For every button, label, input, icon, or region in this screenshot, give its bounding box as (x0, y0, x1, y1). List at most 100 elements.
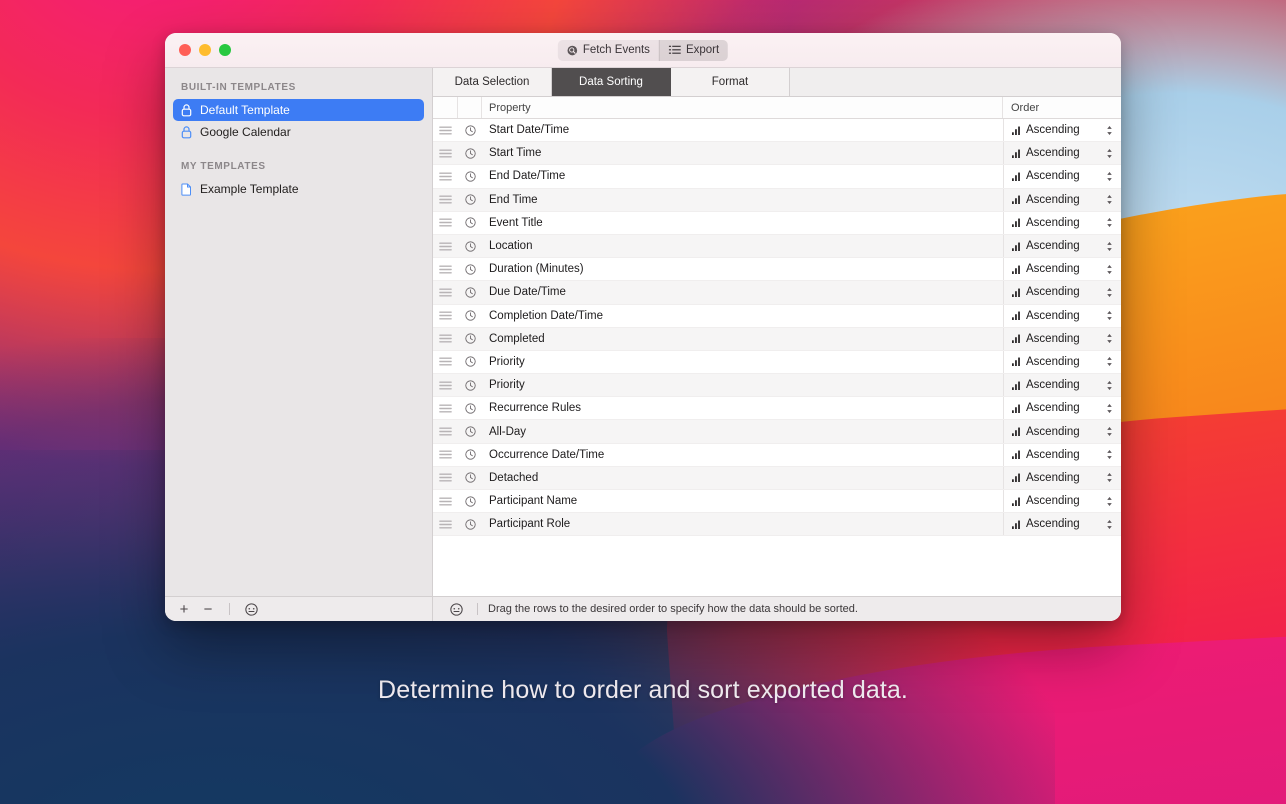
table-row[interactable]: All-Day Ascending (433, 420, 1121, 444)
table-row[interactable]: Completed Ascending (433, 327, 1121, 351)
tab-data-sorting[interactable]: Data Sorting (552, 68, 671, 96)
order-popup-button[interactable]: Ascending (1003, 513, 1121, 536)
drag-handle-icon[interactable] (433, 149, 458, 158)
order-popup-button[interactable]: Ascending (1003, 374, 1121, 397)
order-popup-button[interactable]: Ascending (1003, 165, 1121, 188)
drag-handle-icon[interactable] (433, 427, 458, 436)
drag-handle-icon[interactable] (433, 218, 458, 227)
property-name-cell: All-Day (489, 425, 527, 438)
sidebar-item-example-template[interactable]: Example Template (173, 178, 424, 200)
table-row[interactable]: Participant Name Ascending (433, 490, 1121, 514)
chevron-updown-icon[interactable] (1106, 356, 1113, 367)
more-circle-icon[interactable] (445, 599, 467, 619)
table-row[interactable]: Event Title Ascending (433, 211, 1121, 235)
column-header-property[interactable]: Property (482, 97, 1003, 118)
table-row[interactable]: Occurrence Date/Time Ascending (433, 443, 1121, 467)
drag-handle-icon[interactable] (433, 497, 458, 506)
order-popup-button[interactable]: Ascending (1003, 281, 1121, 304)
column-header-order[interactable]: Order (1003, 97, 1121, 118)
lock-icon (181, 103, 192, 117)
chevron-updown-icon[interactable] (1106, 125, 1113, 136)
tab-data-selection[interactable]: Data Selection (433, 68, 552, 96)
table-row[interactable]: Due Date/Time Ascending (433, 281, 1121, 305)
order-popup-button[interactable]: Ascending (1003, 258, 1121, 281)
table-row[interactable]: Priority Ascending (433, 350, 1121, 375)
chevron-updown-icon[interactable] (1106, 194, 1113, 205)
chevron-updown-icon[interactable] (1106, 264, 1113, 275)
sidebar-item-label: Google Calendar (200, 125, 291, 139)
drag-handle-icon[interactable] (433, 195, 458, 204)
more-circle-icon[interactable] (240, 599, 262, 619)
order-value-label: Ascending (1026, 240, 1080, 253)
table-row[interactable]: End Time Ascending (433, 188, 1121, 212)
chevron-updown-icon[interactable] (1106, 472, 1113, 483)
property-name-cell: Detached (489, 471, 539, 484)
sidebar-item-default-template[interactable]: Default Template (173, 99, 424, 121)
chevron-updown-icon[interactable] (1106, 217, 1113, 228)
drag-handle-icon[interactable] (433, 357, 458, 367)
order-popup-button[interactable]: Ascending (1003, 397, 1121, 420)
table-row[interactable]: Priority Ascending (433, 374, 1121, 398)
column-header-drag (433, 97, 458, 118)
chevron-updown-icon[interactable] (1106, 333, 1113, 344)
add-template-button[interactable]: + (173, 599, 195, 619)
order-popup-button[interactable]: Ascending (1003, 188, 1121, 211)
clock-icon (458, 380, 482, 391)
order-popup-button[interactable]: Ascending (1003, 490, 1121, 513)
table-row[interactable]: Duration (Minutes) Ascending (433, 258, 1121, 282)
zoom-window-button[interactable] (219, 44, 231, 56)
order-popup-button[interactable]: Ascending (1003, 443, 1121, 466)
close-window-button[interactable] (179, 44, 191, 56)
chevron-updown-icon[interactable] (1106, 171, 1113, 182)
table-row[interactable]: Completion Date/Time Ascending (433, 304, 1121, 328)
order-popup-button[interactable]: Ascending (1003, 420, 1121, 443)
chevron-updown-icon[interactable] (1106, 519, 1113, 530)
order-popup-button[interactable]: Ascending (1003, 211, 1121, 234)
drag-handle-icon[interactable] (433, 265, 458, 274)
chevron-updown-icon[interactable] (1106, 310, 1113, 321)
order-value-label: Ascending (1026, 379, 1080, 392)
order-popup-button[interactable]: Ascending (1003, 234, 1121, 258)
order-popup-button[interactable]: Ascending (1003, 327, 1121, 350)
drag-handle-icon[interactable] (433, 311, 458, 320)
drag-handle-icon[interactable] (433, 334, 458, 343)
drag-handle-icon[interactable] (433, 520, 458, 529)
fetch-events-button[interactable]: Fetch Events (558, 40, 659, 61)
drag-handle-icon[interactable] (433, 404, 458, 413)
lock-icon (181, 125, 192, 139)
chevron-updown-icon[interactable] (1106, 426, 1113, 437)
order-popup-button[interactable]: Ascending (1003, 119, 1121, 142)
chevron-updown-icon[interactable] (1106, 449, 1113, 460)
table-row[interactable]: Participant Role Ascending (433, 513, 1121, 537)
chevron-updown-icon[interactable] (1106, 403, 1113, 414)
drag-handle-icon[interactable] (433, 288, 458, 297)
chevron-updown-icon[interactable] (1106, 287, 1113, 298)
order-popup-button[interactable]: Ascending (1003, 466, 1121, 489)
remove-template-button[interactable]: − (197, 599, 219, 619)
drag-handle-icon[interactable] (433, 126, 458, 135)
tab-format[interactable]: Format (671, 68, 790, 96)
order-popup-button[interactable]: Ascending (1003, 142, 1121, 165)
minimize-window-button[interactable] (199, 44, 211, 56)
order-popup-button[interactable]: Ascending (1003, 304, 1121, 327)
table-row[interactable]: Detached Ascending (433, 466, 1121, 490)
drag-handle-icon[interactable] (433, 381, 458, 390)
table-row[interactable]: Recurrence Rules Ascending (433, 397, 1121, 421)
order-value-label: Ascending (1026, 309, 1080, 322)
export-toolbar-button[interactable]: Export (658, 39, 729, 61)
order-popup-button[interactable]: Ascending (1003, 350, 1121, 374)
table-row[interactable]: Location Ascending (433, 234, 1121, 259)
sidebar-item-google-calendar[interactable]: Google Calendar (173, 121, 424, 143)
chevron-updown-icon[interactable] (1106, 148, 1113, 159)
drag-handle-icon[interactable] (433, 241, 458, 251)
chevron-updown-icon[interactable] (1106, 380, 1113, 391)
drag-handle-icon[interactable] (433, 450, 458, 459)
table-row[interactable]: Start Time Ascending (433, 142, 1121, 166)
chevron-updown-icon[interactable] (1106, 496, 1113, 507)
table-row[interactable]: Start Date/Time Ascending (433, 119, 1121, 143)
chevron-updown-icon[interactable] (1106, 241, 1113, 252)
drag-handle-icon[interactable] (433, 473, 458, 482)
drag-handle-icon[interactable] (433, 172, 458, 181)
property-name-cell: Recurrence Rules (489, 402, 582, 415)
table-row[interactable]: End Date/Time Ascending (433, 165, 1121, 189)
